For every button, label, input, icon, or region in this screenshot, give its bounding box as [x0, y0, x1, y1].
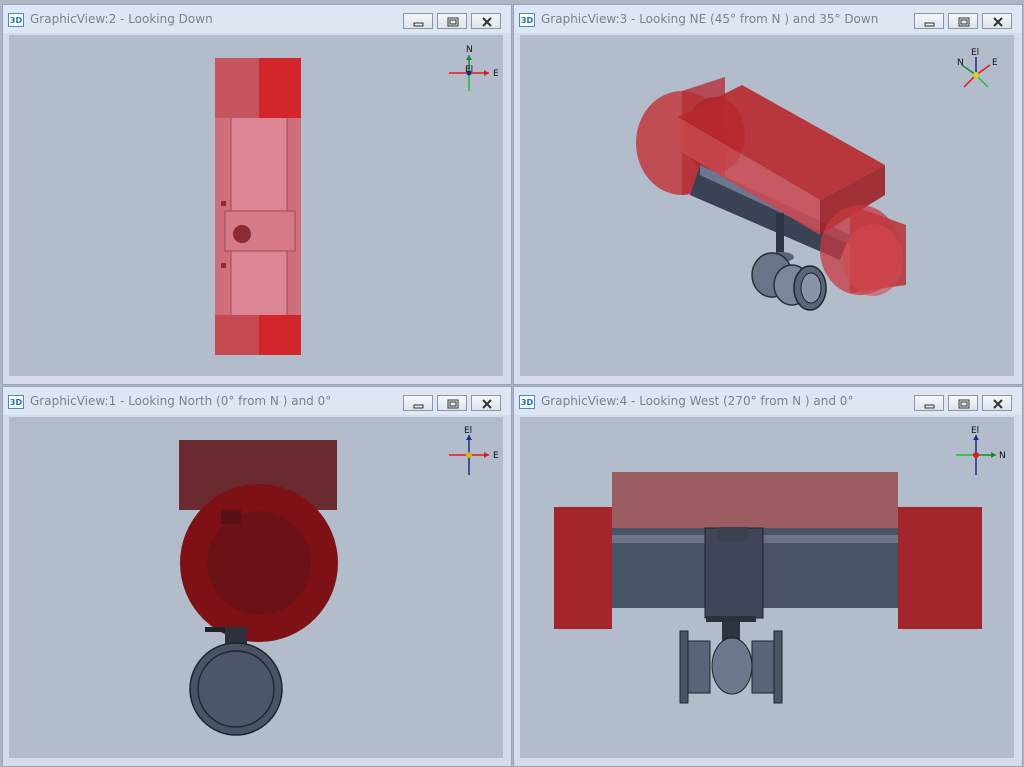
minimize-button[interactable]	[403, 395, 433, 411]
restore-button[interactable]	[948, 395, 978, 411]
restore-button[interactable]	[437, 395, 467, 411]
minimize-icon	[413, 22, 424, 27]
model-side-view: El N	[554, 426, 1006, 704]
window-title: GraphicView:2 - Looking Down	[30, 12, 213, 26]
axis-triad-icon: El E	[449, 426, 499, 475]
top-box	[612, 472, 898, 528]
close-icon	[993, 17, 1003, 27]
window-titlebar[interactable]: 3D GraphicView:2 - Looking Down	[3, 5, 511, 33]
close-icon	[993, 399, 1003, 409]
axis-triad-icon: N E El	[449, 45, 499, 91]
minimize-icon	[924, 404, 935, 409]
minimize-icon	[924, 22, 935, 27]
axis-triad-icon: N E El	[957, 48, 998, 88]
restore-button[interactable]	[948, 13, 978, 29]
window-titlebar[interactable]: 3D GraphicView:3 - Looking NE (45° from …	[514, 5, 1022, 33]
3d-view-icon: 3D	[519, 395, 535, 409]
restore-icon	[447, 17, 459, 27]
graphic-view-1-window[interactable]: 3D GraphicView:1 - Looking North (0° fro…	[2, 386, 512, 767]
axis-label-el: El	[465, 65, 473, 75]
close-button[interactable]	[982, 13, 1012, 29]
minimize-button[interactable]	[914, 13, 944, 29]
restore-button[interactable]	[437, 13, 467, 29]
restore-icon	[958, 399, 970, 409]
valve-flange-left	[679, 630, 689, 704]
graphic-viewport[interactable]: El N	[520, 417, 1014, 758]
window-title: GraphicView:1 - Looking North (0° from N…	[30, 394, 332, 408]
window-titlebar[interactable]: 3D GraphicView:1 - Looking North (0° fro…	[3, 387, 511, 415]
window-title: GraphicView:3 - Looking NE (45° from N )…	[541, 12, 879, 26]
top-end-highlight	[259, 58, 301, 118]
axis-label-n: N	[999, 451, 1006, 461]
window-title: GraphicView:4 - Looking West (270° from …	[541, 394, 854, 408]
graphic-viewport[interactable]: N E El	[520, 35, 1014, 376]
3d-view-icon: 3D	[8, 395, 24, 409]
minimize-button[interactable]	[914, 395, 944, 411]
right-end-cylinder	[898, 507, 982, 629]
model-top-view: N E El	[215, 45, 499, 355]
graphic-viewport[interactable]: El E	[9, 417, 503, 758]
axis-triad-icon: El N	[956, 426, 1006, 475]
left-end-cylinder	[554, 507, 612, 629]
axis-label-e: E	[493, 69, 499, 79]
axis-label-n: N	[957, 58, 964, 68]
axis-label-el: El	[971, 48, 979, 58]
graphic-view-3-window[interactable]: 3D GraphicView:3 - Looking NE (45° from …	[513, 4, 1023, 385]
axis-label-n: N	[466, 45, 473, 55]
valve-stem	[233, 225, 251, 243]
close-button[interactable]	[471, 13, 501, 29]
tee-junction	[704, 527, 764, 619]
minimize-icon	[413, 404, 424, 409]
close-button[interactable]	[982, 395, 1012, 411]
axis-label-el: El	[464, 426, 472, 436]
valve-body	[711, 637, 753, 695]
valve-flange-right	[773, 630, 783, 704]
axis-label-el: El	[971, 426, 979, 436]
restore-icon	[447, 399, 459, 409]
graphic-view-2-window[interactable]: 3D GraphicView:2 - Looking Down N E El	[2, 4, 512, 385]
graphic-viewport[interactable]: N E El	[9, 35, 503, 376]
3d-view-icon: 3D	[519, 13, 535, 27]
close-icon	[482, 17, 492, 27]
3d-view-icon: 3D	[8, 13, 24, 27]
close-button[interactable]	[471, 395, 501, 411]
minimize-button[interactable]	[403, 13, 433, 29]
model-front-view: El E	[179, 426, 499, 736]
axis-label-e: E	[493, 451, 499, 461]
axis-label-e: E	[992, 58, 998, 68]
model-iso-view: N E El	[636, 48, 998, 311]
graphic-view-4-window[interactable]: 3D GraphicView:4 - Looking West (270° fr…	[513, 386, 1023, 767]
close-icon	[482, 399, 492, 409]
window-titlebar[interactable]: 3D GraphicView:4 - Looking West (270° fr…	[514, 387, 1022, 415]
restore-icon	[958, 17, 970, 27]
